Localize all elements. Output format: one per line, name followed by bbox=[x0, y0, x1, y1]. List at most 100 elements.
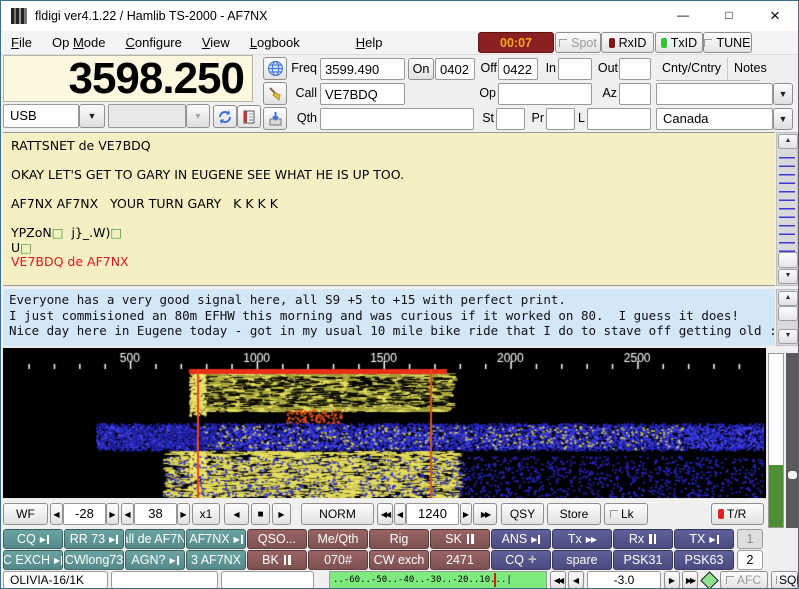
macro-c-exch[interactable]: C EXCH bbox=[3, 550, 63, 570]
waterfall-scrollbar[interactable] bbox=[786, 353, 799, 528]
afc-up-icon[interactable]: ▶ bbox=[664, 571, 680, 589]
pr-input[interactable] bbox=[546, 108, 575, 130]
txid-button[interactable]: TxID bbox=[655, 32, 703, 53]
macro-2471[interactable]: 2471 bbox=[430, 550, 490, 570]
sql-checkbox[interactable]: SQL bbox=[771, 571, 798, 589]
menu-help[interactable]: Help bbox=[346, 35, 393, 50]
rxid-button[interactable]: RxID bbox=[601, 32, 654, 53]
macro-tx[interactable]: TX bbox=[674, 529, 734, 549]
lock-checkbox[interactable]: Lk bbox=[604, 503, 648, 525]
macro-bank-1[interactable]: 1 bbox=[737, 529, 763, 549]
scroll-down-icon[interactable]: ▼ bbox=[778, 329, 798, 344]
macro-070-[interactable]: 070# bbox=[308, 550, 368, 570]
macro-bank-2[interactable]: 2 bbox=[737, 550, 763, 570]
center-button[interactable]: ■ bbox=[251, 503, 270, 525]
macro-rig[interactable]: Rig bbox=[369, 529, 429, 549]
macro-agn-[interactable]: AGN? bbox=[125, 550, 185, 570]
rx-scrollbar[interactable]: ▲ ▼ bbox=[776, 132, 798, 286]
freq-fast-up-icon[interactable]: ▶▶ bbox=[473, 503, 497, 525]
logbook-icon[interactable] bbox=[237, 105, 261, 128]
loc-input[interactable] bbox=[587, 108, 651, 130]
menu-view[interactable]: View bbox=[192, 35, 240, 50]
waterfall-display[interactable] bbox=[3, 348, 764, 498]
afc-offset-value[interactable]: -3.0 bbox=[587, 571, 661, 589]
qth-input[interactable] bbox=[320, 108, 474, 130]
county-select[interactable] bbox=[656, 83, 773, 105]
ref-up-icon[interactable]: ▶ bbox=[106, 503, 119, 525]
filter-select-arrow[interactable]: ▼ bbox=[186, 104, 210, 128]
az-input[interactable] bbox=[619, 83, 651, 105]
freq-input[interactable] bbox=[320, 58, 405, 80]
time-on-input[interactable] bbox=[435, 58, 475, 80]
rst-in-input[interactable] bbox=[558, 58, 592, 80]
st-input[interactable] bbox=[496, 108, 525, 130]
macro-psk63[interactable]: PSK63 bbox=[674, 550, 734, 570]
scroll-left-button[interactable]: ◀ bbox=[224, 503, 249, 525]
center-freq-value[interactable]: 1240 bbox=[406, 503, 459, 525]
tx-scrollbar[interactable]: ▲ ▼ bbox=[776, 289, 798, 346]
maximize-button[interactable]: □ bbox=[706, 1, 752, 31]
filter-select[interactable] bbox=[108, 104, 186, 128]
span-up-icon[interactable]: ▶ bbox=[177, 503, 190, 525]
op-input[interactable] bbox=[498, 83, 592, 105]
waterfall-scroll-thumb[interactable] bbox=[788, 471, 797, 479]
freq-down-icon[interactable]: ◀ bbox=[394, 503, 406, 525]
macro-psk31[interactable]: PSK31 bbox=[613, 550, 673, 570]
macro-ans[interactable]: ANS bbox=[491, 529, 551, 549]
globe-icon[interactable] bbox=[263, 57, 287, 80]
scroll-up-icon[interactable]: ▲ bbox=[778, 291, 798, 306]
rst-out-input[interactable] bbox=[619, 58, 651, 80]
scroll-right-button[interactable]: ▶ bbox=[272, 503, 291, 525]
menu-op-mode[interactable]: Op Mode bbox=[42, 35, 116, 50]
scroll-up-icon[interactable]: ▲ bbox=[778, 134, 798, 149]
country-select-arrow[interactable]: ▼ bbox=[773, 108, 793, 130]
macro-cq[interactable]: CQ bbox=[3, 529, 63, 549]
macro-cw-exch[interactable]: CW exch bbox=[369, 550, 429, 570]
tune-button[interactable]: TUNE bbox=[703, 32, 752, 53]
macro-af7nx[interactable]: AF7NX bbox=[186, 529, 246, 549]
macro-rx[interactable]: Rx bbox=[613, 529, 673, 549]
mode-select-arrow[interactable]: ▼ bbox=[79, 104, 105, 128]
macro-me-qth[interactable]: Me/Qth bbox=[308, 529, 368, 549]
wf-rate-button[interactable]: NORM bbox=[301, 503, 374, 525]
macro-3-af7nx[interactable]: 3 AF7NX bbox=[186, 550, 246, 570]
transmit-pane[interactable]: Everyone has a very good signal here, al… bbox=[3, 289, 775, 346]
minimize-button[interactable]: — bbox=[660, 1, 706, 31]
afc-checkbox[interactable]: AFC bbox=[720, 571, 768, 589]
tab-cnty-cntry[interactable]: Cnty/Cntry bbox=[656, 58, 728, 80]
macro-qso-[interactable]: QSO... bbox=[247, 529, 307, 549]
amp-span-value[interactable]: 38 bbox=[134, 503, 177, 525]
afc-fast-down-icon[interactable]: ◀◀ bbox=[550, 571, 566, 589]
macro-sk[interactable]: SK bbox=[430, 529, 490, 549]
store-button[interactable]: Store bbox=[547, 503, 601, 525]
tr-button[interactable]: T/R bbox=[711, 503, 764, 525]
tx-timer[interactable]: 00:07 bbox=[478, 32, 554, 53]
zoom-button[interactable]: x1 bbox=[192, 503, 220, 525]
freq-fast-down-icon[interactable]: ◀◀ bbox=[377, 503, 393, 525]
macro-tx[interactable]: Tx bbox=[552, 529, 612, 549]
menu-logbook[interactable]: Logbook bbox=[240, 35, 310, 50]
tab-notes[interactable]: Notes bbox=[728, 58, 773, 80]
macro-cwlong73[interactable]: CWlong73 bbox=[64, 550, 124, 570]
ref-level-value[interactable]: -28 bbox=[63, 503, 106, 525]
afc-fast-up-icon[interactable]: ▶▶ bbox=[682, 571, 698, 589]
scroll-down-icon[interactable]: ▼ bbox=[778, 269, 798, 284]
rx-scroll-thumb[interactable] bbox=[778, 252, 798, 268]
sync-icon[interactable] bbox=[213, 105, 237, 128]
mode-select[interactable]: USB bbox=[3, 104, 79, 128]
macro-rr-73[interactable]: RR 73 bbox=[64, 529, 124, 549]
country-select[interactable]: Canada bbox=[656, 108, 773, 130]
span-down-icon[interactable]: ◀ bbox=[121, 503, 134, 525]
call-input[interactable] bbox=[320, 83, 405, 105]
clear-broom-icon[interactable] bbox=[263, 82, 287, 105]
receive-pane[interactable]: RATTSNET de VE7BDQ OKAY LET'S GET TO GAR… bbox=[3, 132, 775, 286]
tx-scroll-thumb[interactable] bbox=[778, 306, 798, 321]
menu-configure[interactable]: Configure bbox=[115, 35, 191, 50]
close-button[interactable]: × bbox=[752, 1, 798, 31]
time-off-input[interactable] bbox=[498, 58, 538, 80]
county-select-arrow[interactable]: ▼ bbox=[773, 83, 793, 105]
ref-down-icon[interactable]: ◀ bbox=[50, 503, 63, 525]
status-mode[interactable]: OLIVIA-16/1K bbox=[3, 571, 108, 589]
freq-up-icon[interactable]: ▶ bbox=[460, 503, 472, 525]
macro-bk[interactable]: BK bbox=[247, 550, 307, 570]
